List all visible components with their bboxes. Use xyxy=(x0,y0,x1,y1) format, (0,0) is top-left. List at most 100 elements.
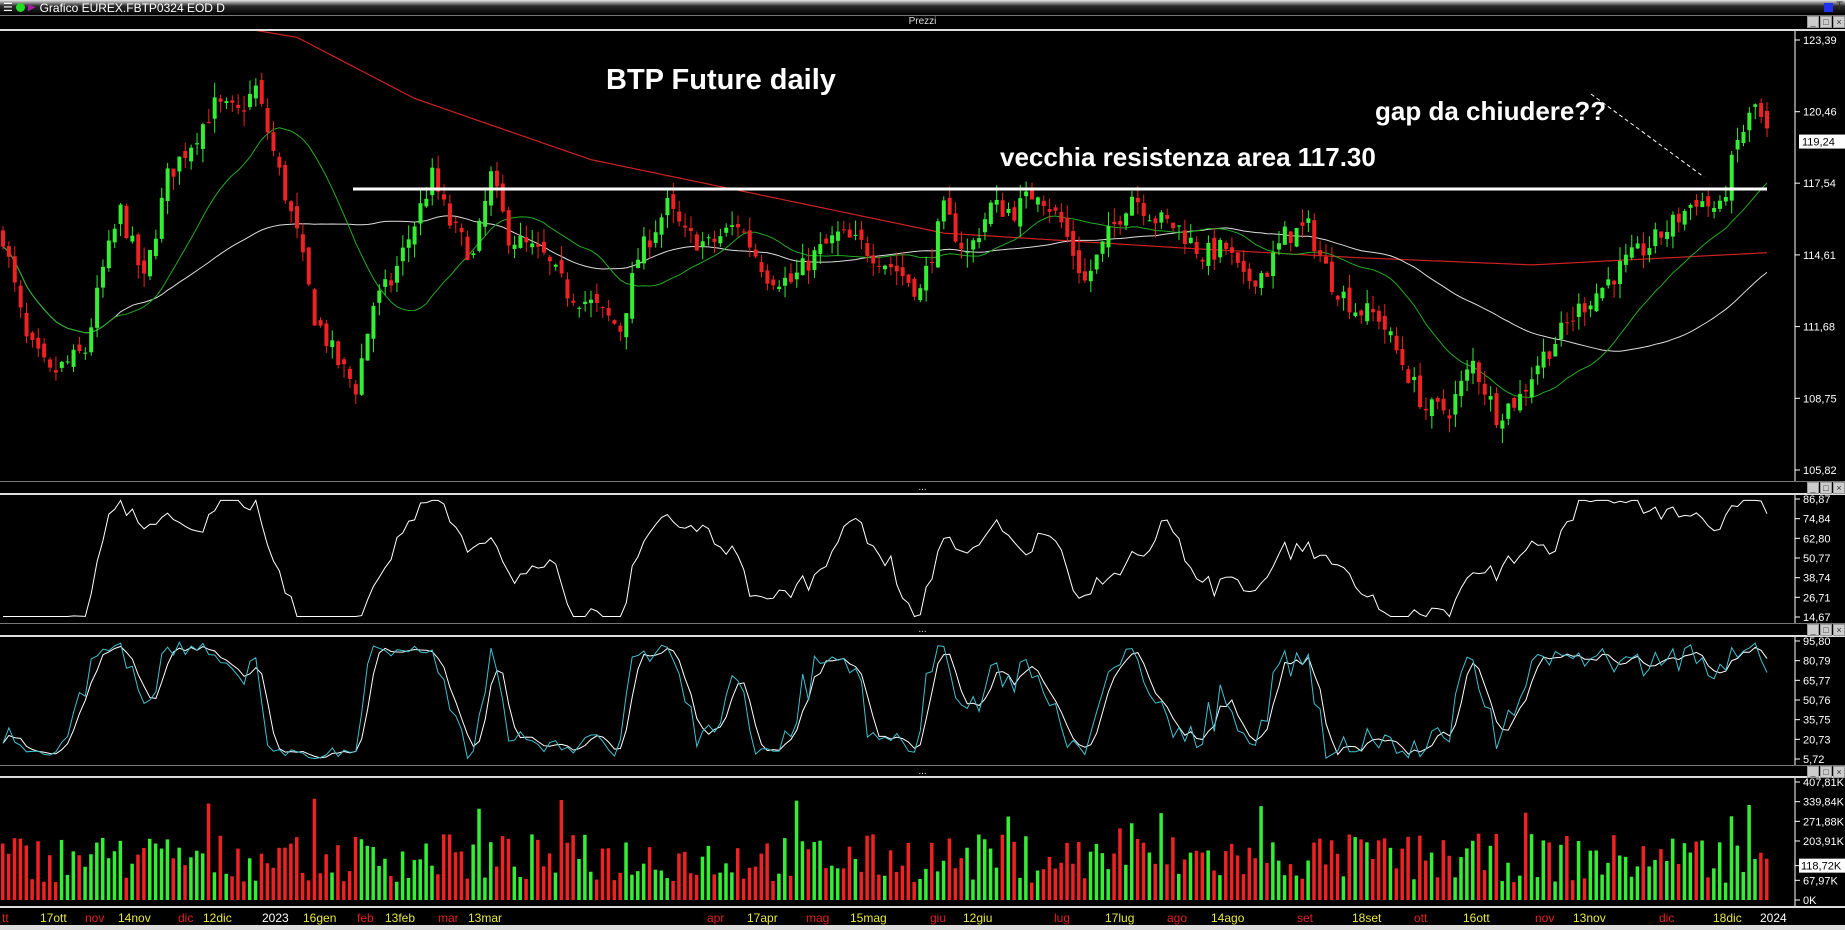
volume-bar xyxy=(1035,870,1040,900)
volume-bar xyxy=(547,853,552,900)
volume-bar xyxy=(136,854,140,900)
volume-bar xyxy=(1717,842,1722,900)
axis-tick-label: 5,72 xyxy=(1803,754,1824,765)
panel-separator[interactable]: ... xyxy=(918,482,926,493)
candle-body xyxy=(177,156,182,172)
volume-bar xyxy=(1059,862,1063,900)
candle-body xyxy=(935,221,940,268)
candle-body xyxy=(1065,217,1070,237)
date-label: giu xyxy=(930,911,947,925)
candle-body xyxy=(959,242,964,249)
volume-bar xyxy=(1006,816,1010,900)
close-button[interactable]: × xyxy=(1833,482,1845,494)
candle-body xyxy=(1147,220,1152,222)
volume-bar xyxy=(888,850,893,900)
candle-body xyxy=(1694,200,1699,207)
minimize-button[interactable]: _ xyxy=(1807,624,1819,636)
volume-bar xyxy=(736,848,740,900)
candle-body xyxy=(1418,375,1423,408)
minimize-button[interactable]: _ xyxy=(1807,766,1819,778)
candle-body xyxy=(636,259,641,269)
candle-body xyxy=(1229,247,1234,253)
candle-body xyxy=(1600,287,1605,299)
volume-bar xyxy=(271,867,275,900)
volume-bar xyxy=(465,878,470,900)
color-swatch-icon[interactable] xyxy=(1824,3,1833,12)
volume-bar xyxy=(118,840,123,900)
date-label: feb xyxy=(357,911,374,925)
candle-body xyxy=(1423,408,1428,411)
volume-bar xyxy=(783,838,787,900)
maximize-button[interactable]: □ xyxy=(1820,766,1832,778)
candle-body xyxy=(1388,331,1393,336)
volume-bar xyxy=(706,845,711,900)
date-label: 13nov xyxy=(1573,911,1606,925)
volume-bar xyxy=(148,838,152,900)
candle-body xyxy=(1429,399,1434,417)
volume-bar xyxy=(589,871,593,900)
date-label: 17apr xyxy=(747,911,778,925)
candle-body xyxy=(1647,248,1652,255)
volume-bar xyxy=(312,798,317,900)
volume-bar xyxy=(330,872,334,900)
hamburger-icon[interactable]: ☰ xyxy=(3,1,13,14)
candle-body xyxy=(247,93,252,108)
candle-body xyxy=(383,279,388,287)
stochastic-chart[interactable]: 95,80 80,79 65,77 50,76 35,75 20,73 5,72 xyxy=(0,637,1845,765)
candle-body xyxy=(594,294,599,304)
candle-body xyxy=(330,340,335,348)
volume-bar xyxy=(195,850,199,900)
maximize-button[interactable]: □ xyxy=(1820,624,1832,636)
minimize-button[interactable]: _ xyxy=(1807,16,1819,28)
volume-bar xyxy=(859,871,863,900)
bottom-tab-bar[interactable] xyxy=(0,925,1845,930)
volume-bar xyxy=(512,866,517,900)
volume-bar xyxy=(806,849,811,900)
panel-separator[interactable]: ... xyxy=(918,766,926,777)
candle-body xyxy=(18,285,23,308)
candle-body xyxy=(1623,254,1628,265)
candle-body xyxy=(430,167,435,196)
volume-bar xyxy=(1376,840,1381,900)
candle-body xyxy=(1265,272,1270,277)
candle-body xyxy=(1529,379,1534,398)
candle-body xyxy=(518,235,523,248)
maximize-button[interactable]: □ xyxy=(1820,482,1832,494)
candle-body xyxy=(700,241,705,247)
candle-body xyxy=(112,228,117,243)
volume-bar xyxy=(1100,853,1105,900)
volume-bar xyxy=(1071,863,1075,900)
candle-body xyxy=(342,359,347,365)
maximize-button[interactable]: □ xyxy=(1820,16,1832,28)
volume-bar xyxy=(571,835,575,900)
candle-body xyxy=(1482,383,1487,395)
candle-body xyxy=(730,225,735,228)
gap-arrow-line xyxy=(1590,93,1705,178)
volume-bar xyxy=(1465,848,1469,900)
volume-bar xyxy=(1118,828,1122,900)
volume-bar xyxy=(153,843,158,900)
panel-separator[interactable]: ... xyxy=(918,624,926,635)
candle-body xyxy=(1682,210,1687,225)
play-arrow-icon[interactable]: ▶ xyxy=(28,2,36,13)
close-button[interactable]: × xyxy=(1833,16,1845,28)
volume-bar xyxy=(1253,858,1257,900)
candle-body xyxy=(206,121,211,124)
close-button[interactable]: × xyxy=(1833,624,1845,636)
volume-bar xyxy=(1300,878,1304,900)
rsi-chart[interactable]: 86,87 74,84 62,80 50,77 38,74 26,71 14,67 xyxy=(0,495,1845,623)
candle-body xyxy=(1276,243,1281,250)
volume-bar xyxy=(112,851,117,900)
volume-bar xyxy=(847,846,852,900)
candle-body xyxy=(683,225,688,228)
candle-body xyxy=(1294,227,1299,247)
volume-bar xyxy=(318,873,323,900)
volume-bar xyxy=(383,858,387,900)
axis-tick-label: 50,76 xyxy=(1803,695,1831,707)
close-button[interactable]: × xyxy=(1833,766,1845,778)
volume-bar xyxy=(1129,823,1134,900)
candle-body xyxy=(389,280,394,286)
minimize-button[interactable]: _ xyxy=(1807,482,1819,494)
volume-chart[interactable]: 407,81K 339,84K 271,88K 203,91K 118,72K 67,97… xyxy=(0,778,1845,906)
text-tool-icon[interactable]: T xyxy=(1836,0,1843,12)
